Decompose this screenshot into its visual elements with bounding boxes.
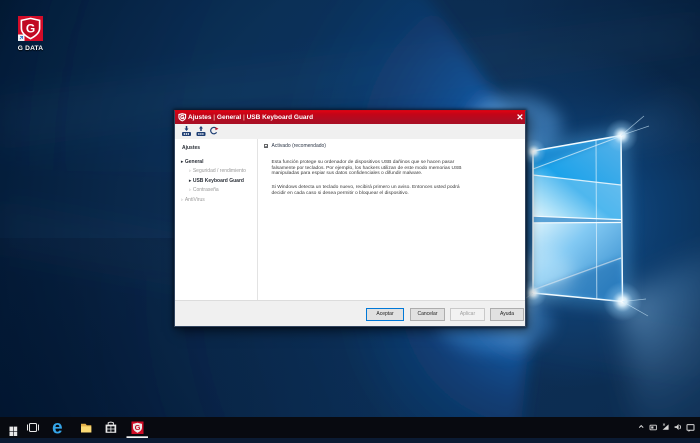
svg-text:G: G [135, 423, 141, 432]
svg-text:G: G [180, 115, 184, 121]
svg-text:G: G [26, 21, 35, 35]
svg-text:e: e [52, 418, 63, 439]
